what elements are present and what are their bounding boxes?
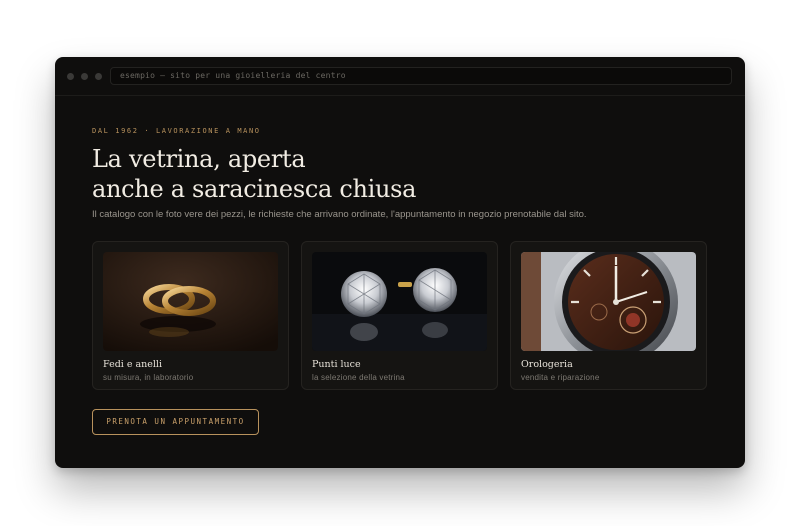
card-title: Punti luce [312,359,361,370]
window-controls [67,73,102,80]
maximize-window-dot[interactable] [95,73,102,80]
hero-eyebrow: DAL 1962 · LAVORAZIONE A MANO [92,127,261,135]
card-title: Orologeria [521,359,573,370]
card-orologeria[interactable]: Orologeria vendita e riparazione [510,241,707,390]
close-window-dot[interactable] [67,73,74,80]
card-subtitle: su misura, in laboratorio [103,373,194,382]
hero-headline: La vetrina, aperta anche a saracinesca c… [92,144,416,204]
rings-photo [103,252,278,351]
watch-photo [521,252,696,351]
headline-line-1: La vetrina, aperta [92,145,306,173]
card-title: Fedi e anelli [103,359,162,370]
card-subtitle: vendita e riparazione [521,373,600,382]
browser-window: esempio — sito per una gioielleria del c… [55,57,745,468]
browser-chrome: esempio — sito per una gioielleria del c… [55,57,745,96]
minimize-window-dot[interactable] [81,73,88,80]
hero-subtitle: Il catalogo con le foto vere dei pezzi, … [92,209,587,220]
headline-line-2: anche a saracinesca chiusa [92,175,417,203]
earrings-photo [312,252,487,351]
address-bar[interactable]: esempio — sito per una gioielleria del c… [110,67,732,85]
card-fedi-anelli[interactable]: Fedi e anelli su misura, in laboratorio [92,241,289,390]
book-appointment-button[interactable]: PRENOTA UN APPUNTAMENTO [92,409,259,435]
card-punti-luce[interactable]: Punti luce la selezione della vetrina [301,241,498,390]
card-subtitle: la selezione della vetrina [312,373,405,382]
